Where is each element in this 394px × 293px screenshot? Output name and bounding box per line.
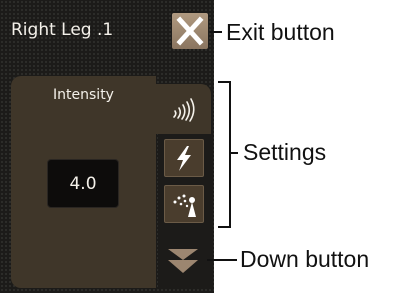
down-callout-label: Down button <box>240 246 370 272</box>
down-button[interactable] <box>166 245 200 277</box>
down-callout-line <box>207 259 237 261</box>
settings-bracket-side <box>229 81 231 228</box>
settings-callout-line <box>230 152 238 154</box>
device-screen: Right Leg .1 Intensity 4.0 <box>0 0 214 293</box>
exit-callout-label: Exit button <box>226 19 335 45</box>
panel-title: Right Leg .1 <box>11 20 114 40</box>
intensity-label: Intensity <box>53 87 114 103</box>
settings-callout-label: Settings <box>243 139 327 165</box>
exit-button[interactable] <box>172 13 208 49</box>
spray-icon <box>173 194 196 217</box>
double-chevron-down-icon <box>168 249 198 273</box>
lightning-bolt-icon <box>177 146 191 171</box>
lightning-button[interactable] <box>164 139 204 177</box>
close-icon <box>176 16 204 46</box>
spray-button[interactable] <box>164 185 204 223</box>
intensity-value[interactable]: 4.0 <box>47 159 119 208</box>
exit-callout-line <box>210 31 222 33</box>
waves-tab[interactable] <box>150 84 211 134</box>
settings-bracket-bottom <box>218 226 230 228</box>
wireless-waves-icon <box>173 98 195 122</box>
